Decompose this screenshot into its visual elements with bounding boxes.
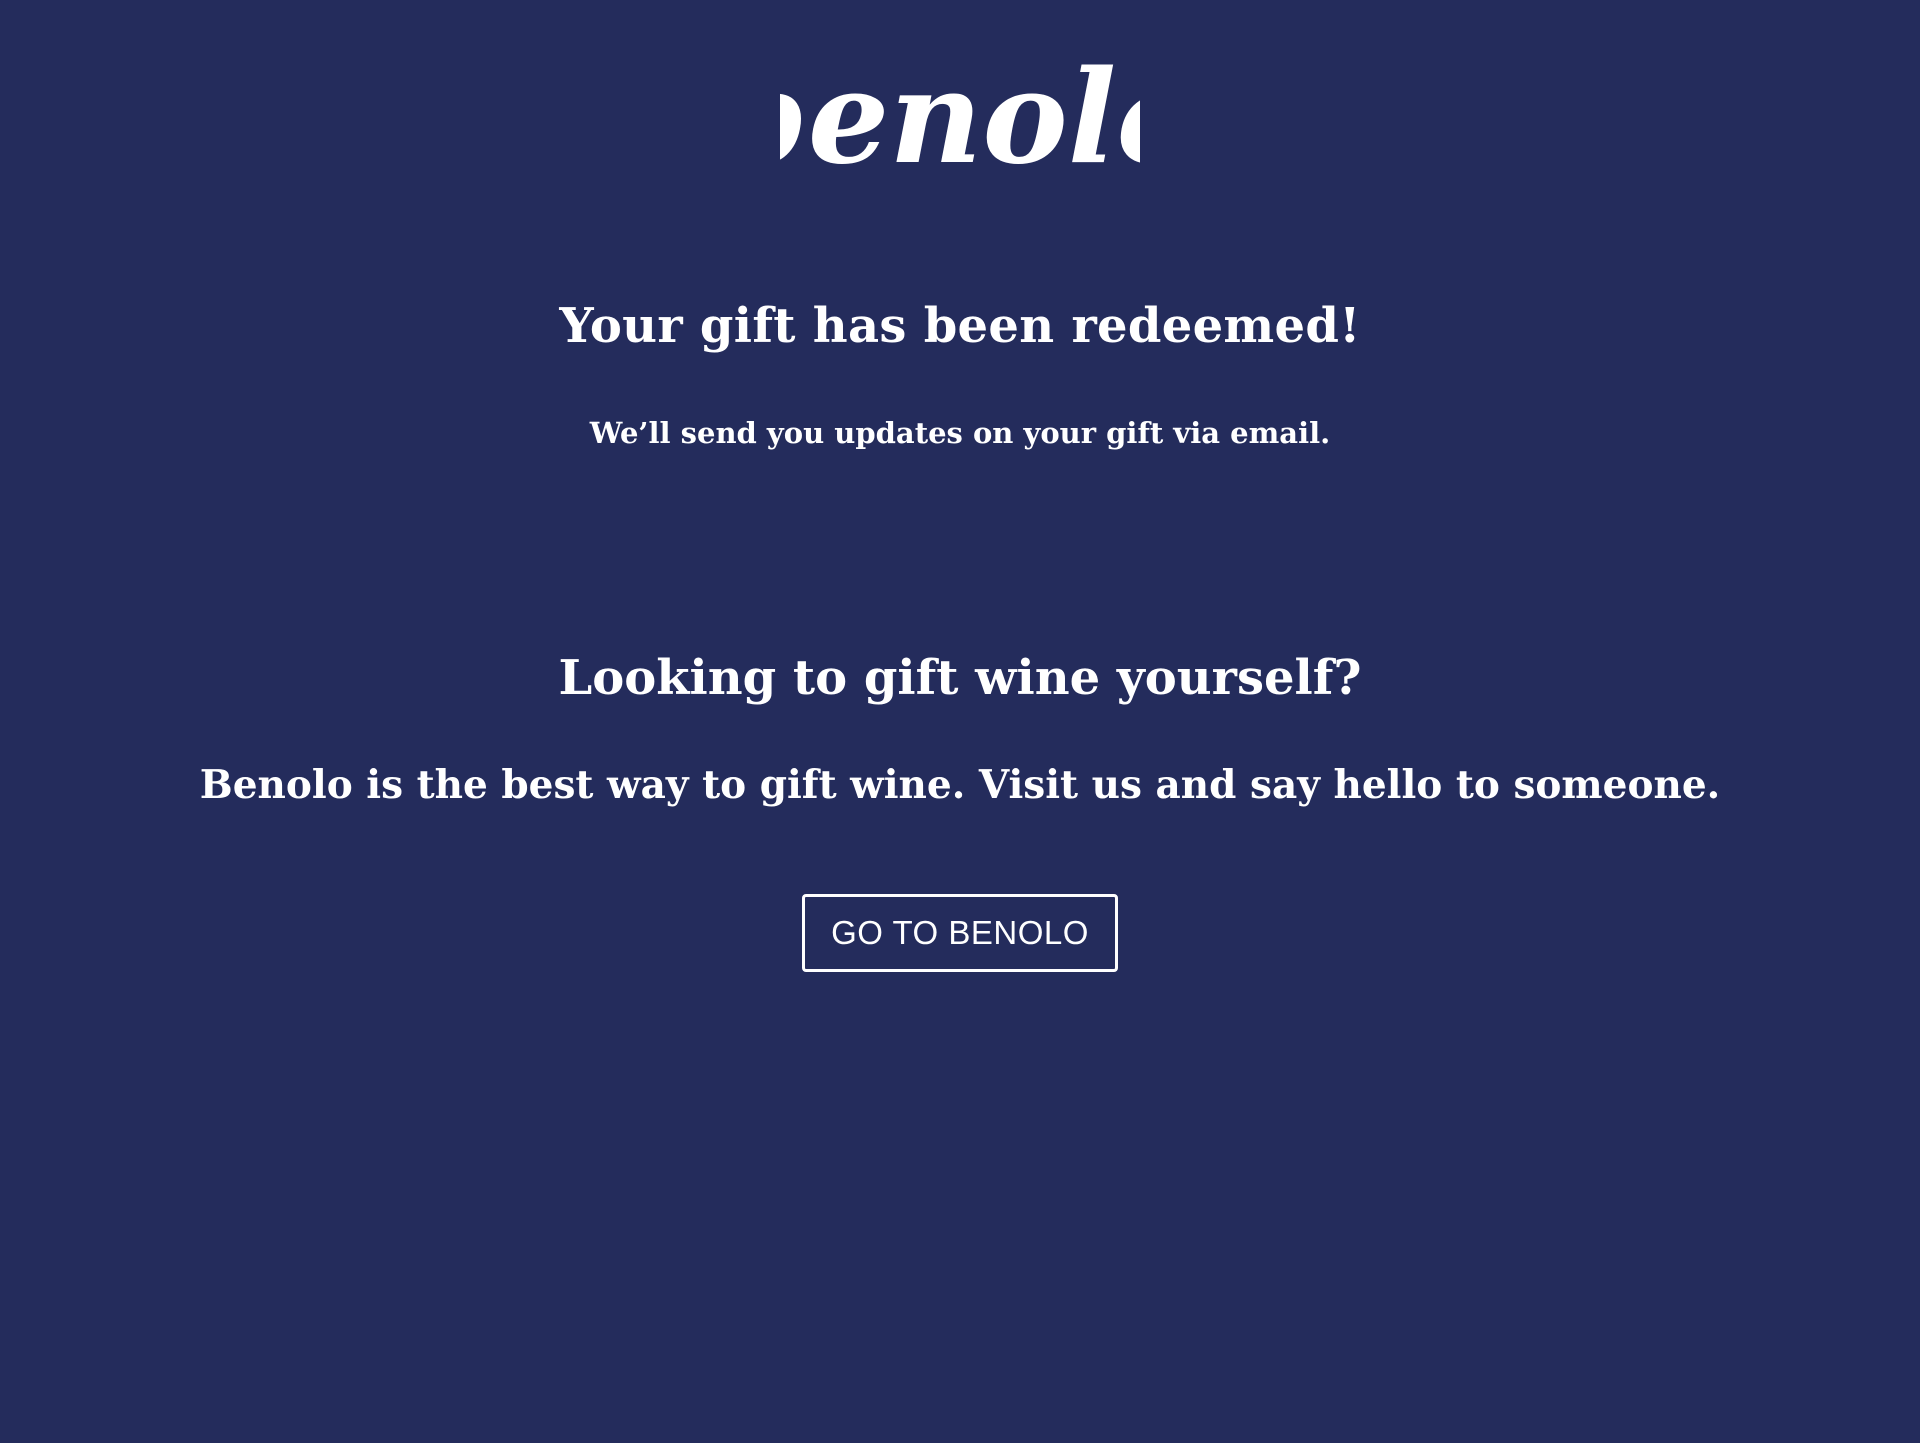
logo-mark: benolo <box>780 44 1140 179</box>
logo-wordmark: benolo <box>780 44 1140 179</box>
go-to-benolo-button[interactable]: GO TO BENOLO <box>802 894 1118 972</box>
promo-heading: Looking to gift wine yourself? <box>558 650 1362 706</box>
benolo-logo: benolo <box>780 44 1140 179</box>
page-title: Your gift has been redeemed! <box>559 298 1361 354</box>
promo-body: Benolo is the best way to gift wine. Vis… <box>199 762 1721 808</box>
confirmation-subtitle: We’ll send you updates on your gift via … <box>589 416 1331 450</box>
page: benolo Your gift has been redeemed! We’l… <box>0 0 1920 1443</box>
